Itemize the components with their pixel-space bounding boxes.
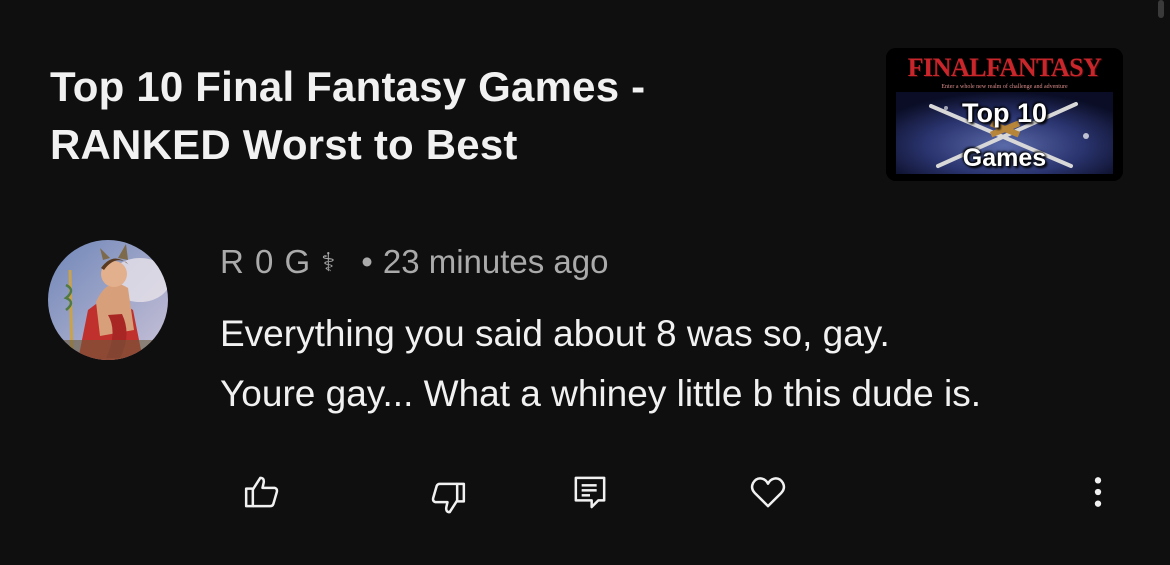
reply-icon <box>574 476 606 509</box>
comment-timestamp: 23 minutes ago <box>382 243 609 280</box>
comment-body: R 0 G ⚕ • 23 minutes ago Everything you … <box>220 240 1130 424</box>
comment-meta: R 0 G ⚕ • 23 minutes ago <box>220 240 1130 284</box>
like-button[interactable] <box>238 468 286 516</box>
more-options-button[interactable] <box>1074 468 1122 516</box>
comment-author[interactable]: R 0 G <box>220 240 311 284</box>
heart-icon <box>750 477 786 508</box>
video-title-line-2: RANKED Worst to Best <box>50 121 518 168</box>
heart-button[interactable] <box>744 468 792 516</box>
reply-button[interactable] <box>566 468 614 516</box>
thumbnail-caption-top: Top 10 <box>961 98 1047 128</box>
video-thumbnail[interactable]: FINALFANTASY Enter a whole new realm of … <box>886 48 1123 181</box>
video-header: Top 10 Final Fantasy Games - RANKED Wors… <box>50 58 850 174</box>
dislike-icon <box>431 482 466 514</box>
thumbnail-caption-bottom: Games <box>962 144 1047 172</box>
comment-actions <box>238 468 1130 524</box>
video-title[interactable]: Top 10 Final Fantasy Games - RANKED Wors… <box>50 58 850 174</box>
thumbnail-logo: FINALFANTASY <box>907 53 1102 82</box>
comment-text-line-2: Youre gay... What a whiney little b this… <box>220 373 981 414</box>
video-title-line-1: Top 10 Final Fantasy Games - <box>50 63 646 110</box>
thumbnail-tagline: Enter a whole new realm of challenge and… <box>941 84 1068 90</box>
meta-separator: • <box>361 243 373 280</box>
comment: R 0 G ⚕ • 23 minutes ago Everything you … <box>48 240 1130 540</box>
dislike-button[interactable] <box>424 474 472 522</box>
more-vertical-icon <box>1094 477 1102 507</box>
avatar[interactable] <box>48 240 168 360</box>
like-icon <box>244 476 279 508</box>
comment-text-line-1: Everything you said about 8 was so, gay. <box>220 313 890 354</box>
comment-text: Everything you said about 8 was so, gay.… <box>220 304 1130 424</box>
caduceus-icon: ⚕ <box>321 247 336 277</box>
scrollbar[interactable] <box>1158 0 1164 18</box>
